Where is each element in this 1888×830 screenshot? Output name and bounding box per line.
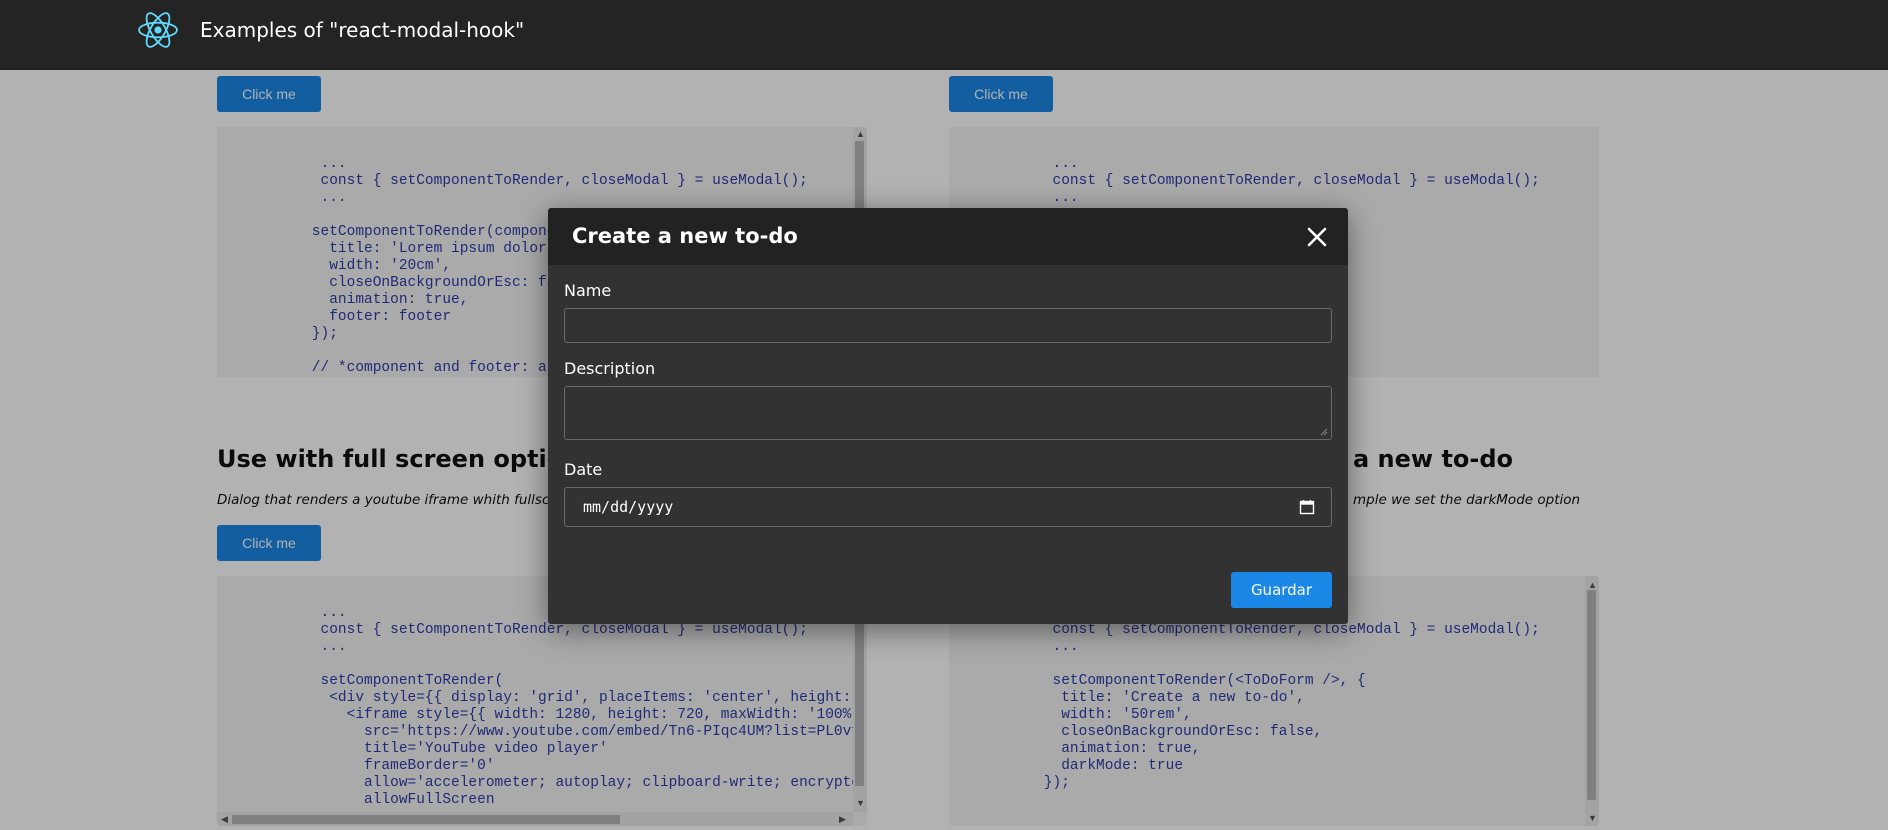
date-placeholder: mm/dd/yyyy (583, 498, 674, 516)
description-label: Description (564, 359, 656, 378)
react-logo-icon (138, 12, 178, 48)
modal-dialog: Create a new to-do Name Description Date… (548, 208, 1348, 624)
date-input[interactable]: mm/dd/yyyy (564, 487, 1332, 527)
calendar-icon[interactable] (1299, 499, 1315, 515)
app-header: Examples of "react-modal-hook" (0, 0, 1888, 70)
name-label: Name (564, 281, 612, 300)
resize-grip-icon[interactable] (1320, 428, 1328, 436)
modal-header: Create a new to-do (548, 208, 1348, 265)
date-label: Date (564, 460, 603, 479)
name-input[interactable] (564, 308, 1332, 343)
modal-title: Create a new to-do (572, 224, 798, 248)
description-textarea[interactable] (564, 386, 1332, 440)
app-title: Examples of "react-modal-hook" (200, 18, 525, 42)
close-icon[interactable] (1304, 224, 1330, 250)
save-button[interactable]: Guardar (1231, 572, 1332, 608)
